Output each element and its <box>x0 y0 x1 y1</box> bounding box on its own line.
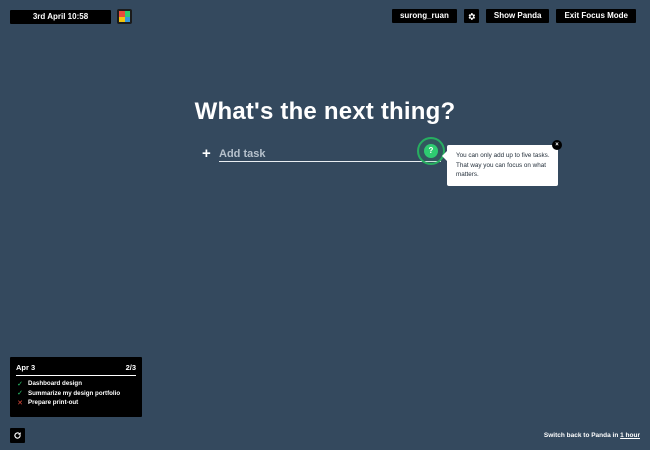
list-item: ✓ Summarize my design portfolio <box>16 389 136 399</box>
exit-focus-mode-button[interactable]: Exit Focus Mode <box>556 9 636 23</box>
app-logo-icon[interactable] <box>117 9 132 24</box>
list-item: ✓ Dashboard design <box>16 379 136 389</box>
help-tooltip: You can only add up to five tasks. That … <box>442 140 562 186</box>
refresh-icon <box>14 432 21 439</box>
gear-icon <box>468 12 475 20</box>
check-icon: ✓ <box>17 380 23 388</box>
task-label: Dashboard design <box>28 380 82 388</box>
show-panda-button[interactable]: Show Panda <box>485 9 550 23</box>
tooltip-arrow <box>442 151 447 161</box>
settings-button[interactable] <box>463 9 479 23</box>
username-button[interactable]: surong_ruan <box>391 9 457 23</box>
page-title: What's the next thing? <box>194 98 456 125</box>
task-label: Summarize my design portfolio <box>28 389 121 397</box>
cross-icon: ✕ <box>17 399 23 407</box>
list-item: ✕ Prepare print-out <box>16 398 136 408</box>
close-icon[interactable]: × <box>552 140 562 150</box>
check-icon: ✓ <box>17 390 23 398</box>
add-task-row: + <box>202 146 444 163</box>
top-left-bar: 3rd April 10:58 <box>10 9 132 24</box>
question-icon: ? <box>424 144 438 158</box>
task-label: Prepare print-out <box>28 399 79 407</box>
refresh-button[interactable] <box>10 428 25 443</box>
daily-summary-panel: Apr 3 2/3 ✓ Dashboard design ✓ Summarize… <box>10 357 142 417</box>
plus-icon[interactable]: + <box>202 146 214 161</box>
help-button[interactable]: ? <box>417 137 445 165</box>
focus-mode-page: 3rd April 10:58 surong_ruan Show Panda E… <box>0 0 650 450</box>
summary-progress: 2/3 <box>125 363 136 372</box>
summary-date: Apr 3 <box>16 363 36 372</box>
switch-back-text: Switch back to Panda in <box>543 432 621 439</box>
datetime-display: 3rd April 10:58 <box>10 9 111 24</box>
add-task-input[interactable] <box>219 147 441 162</box>
switch-back-duration-link[interactable]: 1 hour <box>620 432 640 439</box>
top-right-bar: surong_ruan Show Panda Exit Focus Mode <box>391 9 636 23</box>
switch-back-note: Switch back to Panda in 1 hour <box>544 432 640 439</box>
summary-header: Apr 3 2/3 <box>16 363 136 376</box>
tooltip-text: You can only add up to five tasks. That … <box>456 152 550 179</box>
